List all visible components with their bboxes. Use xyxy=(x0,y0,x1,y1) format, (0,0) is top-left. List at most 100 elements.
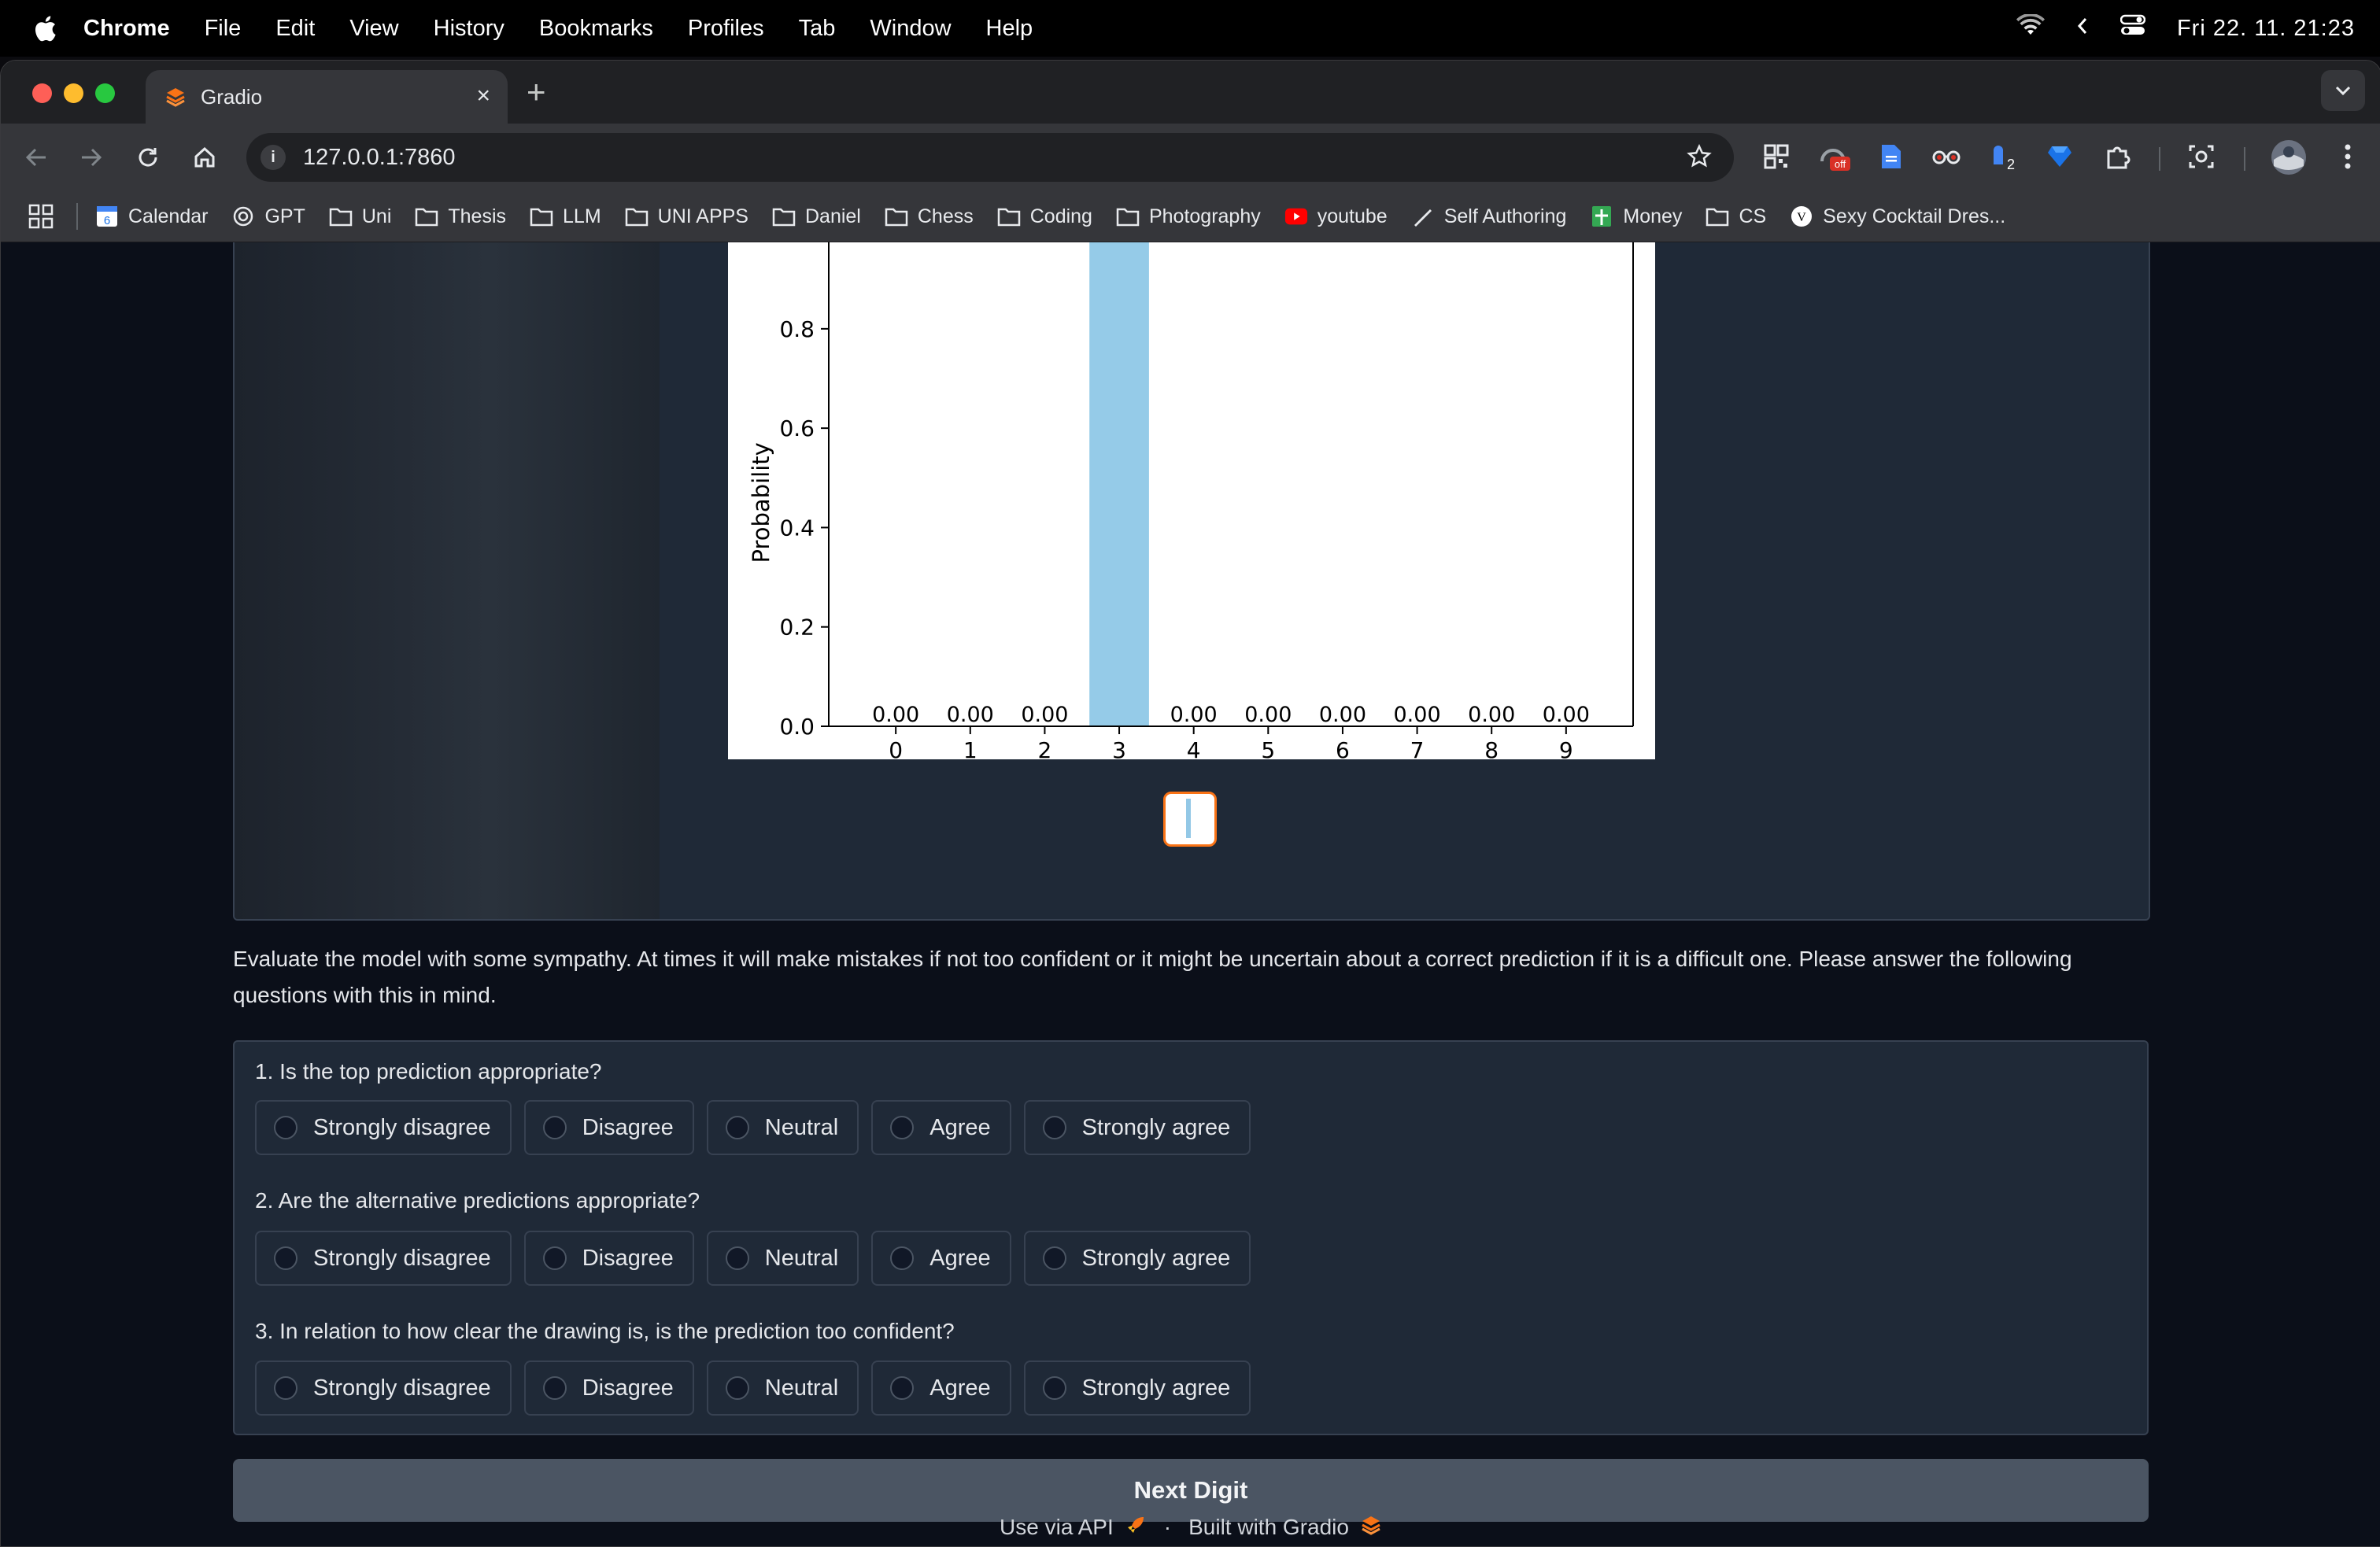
screenshot-icon[interactable] xyxy=(2186,141,2217,172)
q3-option-agree[interactable]: Agree xyxy=(871,1361,1011,1416)
menu-edit[interactable]: Edit xyxy=(275,16,315,42)
maximize-window-button[interactable] xyxy=(95,83,115,103)
built-with-gradio-link[interactable]: Built with Gradio xyxy=(1188,1515,1349,1540)
q1-option-agree[interactable]: Agree xyxy=(871,1100,1011,1155)
q1-option-neutral[interactable]: Neutral xyxy=(706,1100,859,1155)
bookmark-label: Self Authoring xyxy=(1443,205,1567,227)
bookmark-money[interactable]: Money xyxy=(1590,205,1682,228)
more-vertical-icon[interactable] xyxy=(2332,141,2363,172)
x-tick-label: 3 xyxy=(1112,737,1126,759)
extensions-puzzle-icon[interactable] xyxy=(2102,141,2134,172)
diamond-icon[interactable] xyxy=(2044,141,2075,172)
bookmark-cs[interactable]: CS xyxy=(1706,205,1766,228)
menu-window[interactable]: Window xyxy=(870,16,951,42)
q3-option-disagree[interactable]: Disagree xyxy=(523,1361,694,1416)
radio-circle[interactable] xyxy=(274,1116,298,1139)
radio-circle[interactable] xyxy=(1042,1376,1066,1400)
radio-circle[interactable] xyxy=(890,1116,915,1139)
bookmark-chess[interactable]: Chess xyxy=(885,205,974,228)
avatar[interactable] xyxy=(2271,139,2307,175)
q3-option-strongly-agree[interactable]: Strongly agree xyxy=(1023,1361,1251,1416)
q3-option-neutral[interactable]: Neutral xyxy=(706,1361,859,1416)
site-info-icon[interactable]: i xyxy=(261,145,286,170)
menu-tab[interactable]: Tab xyxy=(799,16,836,42)
q3-option-strongly-disagree[interactable]: Strongly disagree xyxy=(255,1361,512,1416)
q2-option-strongly-disagree[interactable]: Strongly disagree xyxy=(255,1231,512,1286)
minimize-window-button[interactable] xyxy=(64,83,83,103)
gradio-logo-icon xyxy=(164,86,187,108)
radio-circle[interactable] xyxy=(725,1246,749,1270)
back-icon[interactable] xyxy=(18,139,54,175)
apple-icon[interactable] xyxy=(31,13,58,43)
menu-history[interactable]: History xyxy=(434,16,504,42)
q2-option-agree[interactable]: Agree xyxy=(871,1231,1011,1286)
y-tick-label: 0.4 xyxy=(779,515,815,541)
clock[interactable]: Fri 22. 11. 21:23 xyxy=(2177,16,2355,42)
bookmark-youtube[interactable]: youtube xyxy=(1284,205,1388,228)
radio-circle[interactable] xyxy=(725,1376,749,1400)
address-bar[interactable]: i 127.0.0.1:7860 xyxy=(246,133,1734,182)
bookmark-gpt[interactable]: GPT xyxy=(231,205,305,228)
folder-icon xyxy=(1706,205,1729,228)
home-icon[interactable] xyxy=(187,139,223,175)
radio-circle[interactable] xyxy=(542,1116,567,1139)
new-tab-icon[interactable]: + xyxy=(527,76,546,109)
bookmark-thesis[interactable]: Thesis xyxy=(415,205,506,228)
bookmark-llm[interactable]: LLM xyxy=(530,205,601,228)
bookmark-star-icon[interactable] xyxy=(1687,143,1712,173)
forward-icon[interactable] xyxy=(73,139,109,175)
control-center-icon[interactable] xyxy=(2119,14,2146,42)
radio-circle[interactable] xyxy=(1042,1116,1066,1139)
q2-option-disagree[interactable]: Disagree xyxy=(523,1231,694,1286)
glasses-icon[interactable] xyxy=(1931,141,1962,172)
bookmark-uni[interactable]: Uni xyxy=(329,205,391,228)
bookmark-self-authoring[interactable]: Self Authoring xyxy=(1411,205,1567,228)
bookmark-coding[interactable]: Coding xyxy=(997,205,1092,228)
tab-search-icon[interactable] xyxy=(2321,70,2365,111)
q1-option-disagree[interactable]: Disagree xyxy=(523,1100,694,1155)
radio-circle[interactable] xyxy=(890,1246,915,1270)
bookmark-list: 6 Calendar GPT Uni Thesis LLM UNI APPS Daniel Ch… xyxy=(95,205,2029,228)
reload-icon[interactable] xyxy=(130,139,166,175)
q1-option-strongly-agree[interactable]: Strongly agree xyxy=(1023,1100,1251,1155)
bookmark-photography[interactable]: Photography xyxy=(1116,205,1261,228)
qr-code-icon[interactable] xyxy=(1761,141,1792,172)
menu-bookmarks[interactable]: Bookmarks xyxy=(539,16,653,42)
q2-option-strongly-agree[interactable]: Strongly agree xyxy=(1023,1231,1251,1286)
apps-grid-icon[interactable] xyxy=(28,203,54,230)
close-window-button[interactable] xyxy=(32,83,52,103)
menu-file[interactable]: File xyxy=(205,16,242,42)
menu-profiles[interactable]: Profiles xyxy=(688,16,764,42)
radio-circle[interactable] xyxy=(542,1376,567,1400)
radio-circle[interactable] xyxy=(542,1246,567,1270)
bookmark-daniel[interactable]: Daniel xyxy=(772,205,861,228)
probability-chart[interactable]: 0.0 0.2 0.4 0.6 0.8 0 0.00 1 0.00 2 0.00 3 4 0.00 5 0.0… xyxy=(728,242,1655,796)
bookmark-label: GPT xyxy=(264,205,305,227)
bookmark-calendar[interactable]: 6 Calendar xyxy=(95,205,208,228)
tab-gradio[interactable]: Gradio × xyxy=(146,70,508,124)
extension-badge-icon[interactable]: 2 xyxy=(1987,141,2019,172)
docs-icon[interactable] xyxy=(1876,141,1907,172)
close-tab-icon[interactable]: × xyxy=(476,84,490,108)
menu-app-name[interactable]: Chrome xyxy=(83,16,170,42)
radio-circle[interactable] xyxy=(890,1376,915,1400)
youtube-icon xyxy=(1284,205,1308,228)
wifi-icon[interactable] xyxy=(2016,13,2045,42)
q2-option-neutral[interactable]: Neutral xyxy=(706,1231,859,1286)
use-via-api-link[interactable]: Use via API xyxy=(1000,1515,1114,1540)
url-text[interactable]: 127.0.0.1:7860 xyxy=(303,145,456,171)
radio-circle[interactable] xyxy=(725,1116,749,1139)
menu-view[interactable]: View xyxy=(349,16,398,42)
option-label: Strongly disagree xyxy=(313,1375,491,1401)
menu-help[interactable]: Help xyxy=(986,16,1033,42)
bookmark-uni-apps[interactable]: UNI APPS xyxy=(625,205,748,228)
menu-bar-status: Fri 22. 11. 21:23 xyxy=(2016,0,2355,57)
chevron-left-icon[interactable] xyxy=(2076,16,2089,42)
bookmark-sexy-cocktail-dres[interactable]: V Sexy Cocktail Dres... xyxy=(1790,205,2005,228)
extension-off-icon[interactable]: off xyxy=(1819,141,1850,172)
gallery-thumbnail[interactable] xyxy=(1163,792,1217,847)
q1-option-strongly-disagree[interactable]: Strongly disagree xyxy=(255,1100,512,1155)
radio-circle[interactable] xyxy=(274,1376,298,1400)
radio-circle[interactable] xyxy=(274,1246,298,1270)
radio-circle[interactable] xyxy=(1042,1246,1066,1270)
